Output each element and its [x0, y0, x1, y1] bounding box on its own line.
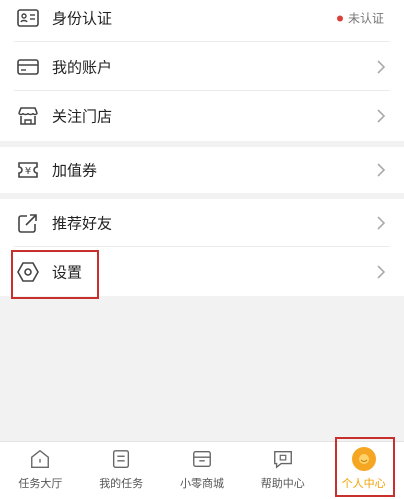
coupons-label: 加值券: [52, 161, 98, 180]
nav-my-tasks[interactable]: 我的任务: [81, 442, 162, 499]
nav-task-hall[interactable]: 任务大厅: [0, 442, 81, 499]
store-icon: [18, 107, 38, 125]
stores-row[interactable]: 关注门店: [0, 91, 404, 141]
shop-icon: [193, 450, 211, 468]
chevron-right-icon: [377, 59, 386, 74]
id-card-icon: [17, 9, 39, 27]
nav-label: 帮助中心: [260, 477, 305, 490]
chevron-right-icon: [377, 163, 386, 177]
invite-row[interactable]: 推荐好友: [0, 199, 404, 247]
invite-label: 推荐好友: [52, 214, 113, 233]
chat-help-icon: [273, 450, 292, 469]
status-dot: [336, 15, 343, 21]
account-row[interactable]: 我的账户: [0, 42, 404, 91]
home-icon: [31, 449, 50, 468]
chevron-right-icon: [377, 216, 386, 230]
identity-status-text: 未认证: [347, 11, 384, 26]
menu-group-coupons: ¥ 加值券: [0, 147, 404, 193]
profile-nav-highlight-box: [335, 437, 395, 497]
identity-status: 未认证: [336, 10, 384, 27]
coupons-row[interactable]: ¥ 加值券: [0, 147, 404, 193]
svg-text:¥: ¥: [25, 166, 31, 177]
chevron-right-icon: [377, 264, 386, 279]
share-icon: [18, 214, 37, 233]
card-icon: [17, 58, 39, 75]
settings-highlight-box: [11, 250, 99, 299]
chevron-right-icon: [377, 109, 386, 123]
stores-label: 关注门店: [52, 107, 113, 126]
yen-coupon-icon: ¥: [18, 162, 38, 178]
identity-label: 身份认证: [52, 9, 113, 28]
identity-row[interactable]: 身份认证 未认证: [0, 0, 404, 42]
nav-label: 我的任务: [99, 477, 144, 490]
task-list-icon: [113, 450, 130, 468]
nav-label: 小零商城: [179, 477, 224, 490]
nav-label: 任务大厅: [18, 477, 63, 490]
nav-help[interactable]: 帮助中心: [242, 442, 323, 499]
account-label: 我的账户: [52, 58, 113, 76]
nav-shop[interactable]: 小零商城: [162, 442, 243, 499]
menu-group-profile: 身份认证 未认证 我的账户 关注门店: [0, 0, 404, 141]
